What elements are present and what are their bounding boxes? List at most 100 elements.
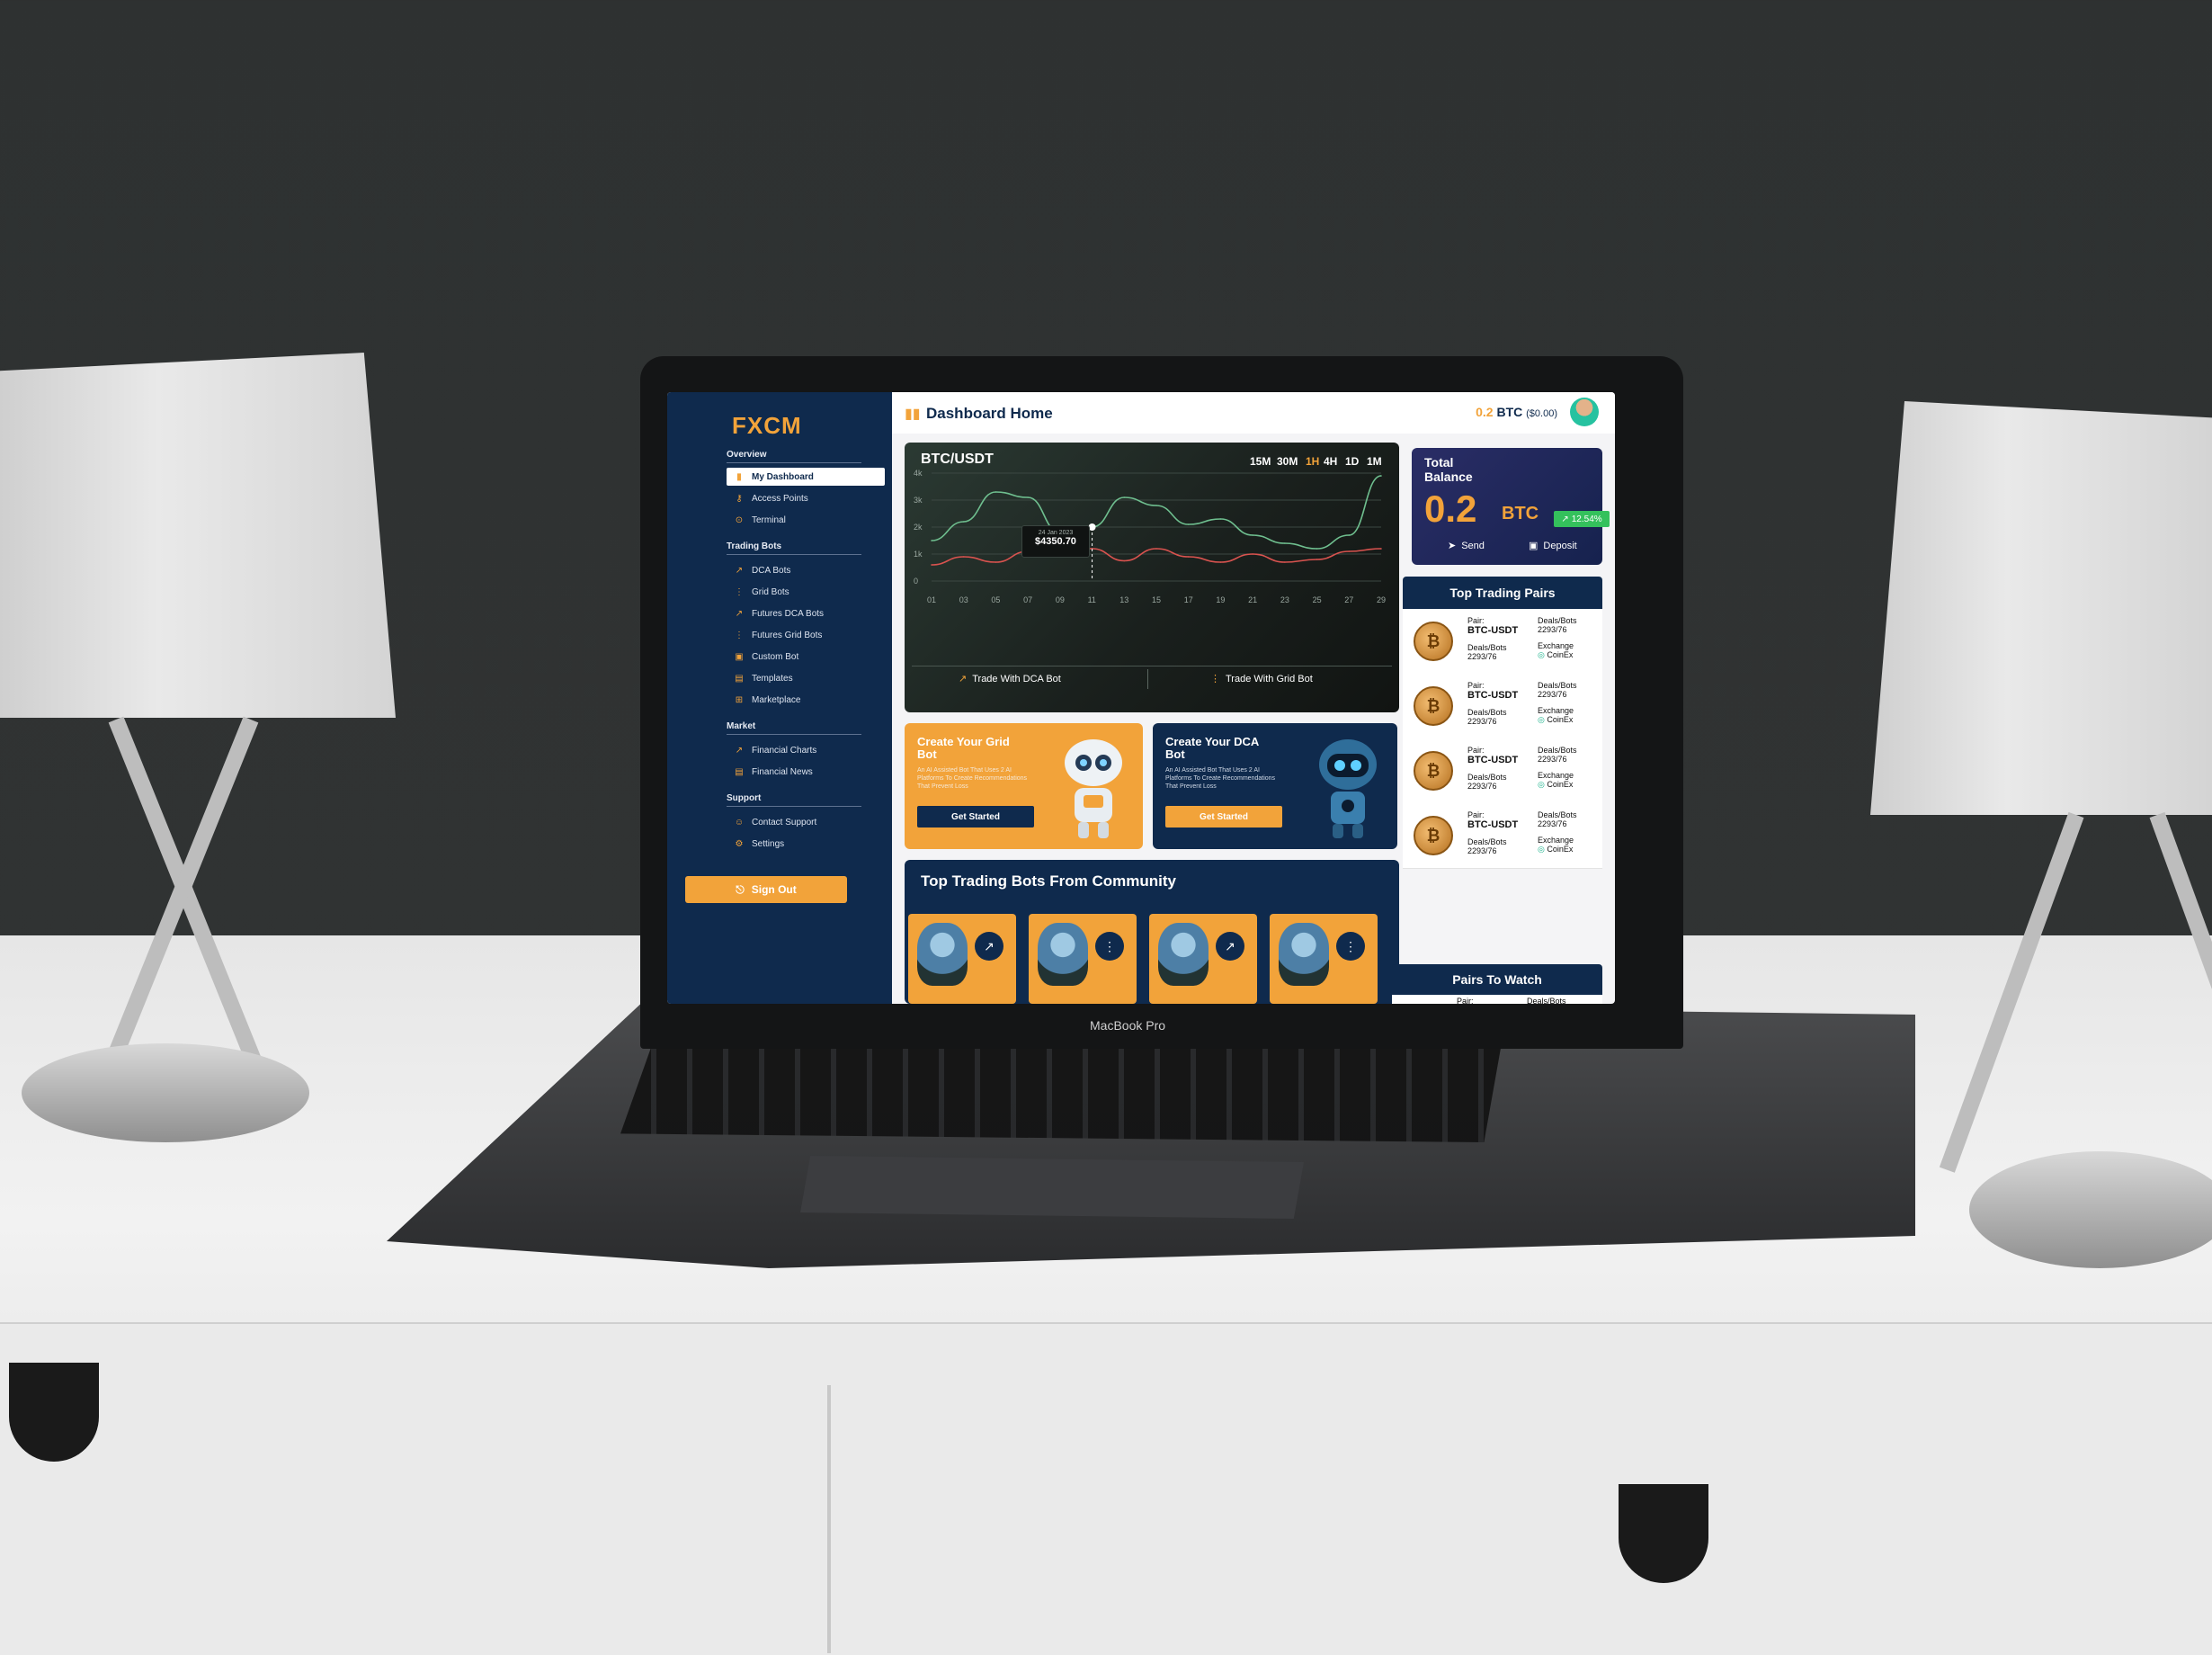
deals-value: 2293/76	[1467, 846, 1497, 855]
sidebar-item-label: Templates	[752, 673, 793, 684]
drawer-handle	[9, 1363, 99, 1462]
gear-icon: ⚙	[735, 838, 744, 849]
timeframe-1h[interactable]: 1H	[1306, 455, 1319, 468]
promo-grid-bot-card: Create Your Grid Bot An AI Assisted Bot …	[905, 723, 1143, 849]
exchange-info: Exchange ◎ CoinEx	[1538, 771, 1574, 789]
sidebar-item-marketplace[interactable]: ⊞ Marketplace	[727, 691, 885, 709]
grid-bot-icon: ⋮	[735, 586, 744, 597]
data-point	[1316, 559, 1318, 560]
sidebar-item-financial-news[interactable]: ▤ Financial News	[727, 763, 885, 781]
watch-pair-label: Pair:	[1457, 997, 1474, 1004]
x-tick-label: 17	[1184, 595, 1193, 604]
fxcm-logo: FXCM	[732, 412, 802, 439]
bitcoin-icon: ₿	[1414, 751, 1453, 791]
top-bar: ▮▮ Dashboard Home 0.2 BTC ($0.00)	[892, 392, 1615, 434]
send-icon: ➤	[1448, 541, 1457, 551]
community-bot-card[interactable]: ⋮	[1270, 914, 1378, 1004]
timeframe-4h[interactable]: 4H	[1324, 455, 1337, 468]
send-label: Send	[1461, 540, 1485, 551]
sidebar-item-access-points[interactable]: ⚷ Access Points	[727, 489, 885, 507]
y-tick-label: 1k	[914, 550, 923, 559]
sidebar-item-financial-charts[interactable]: ↗ Financial Charts	[727, 741, 885, 759]
header-balance-amount: 0.2	[1476, 405, 1494, 419]
chart-icon: ↗	[735, 745, 744, 756]
section-support: Support	[727, 793, 762, 803]
sign-out-button[interactable]: ⎋ Sign Out	[685, 876, 847, 903]
trade-grid-bot-button[interactable]: ⋮ Trade With Grid Bot	[1210, 673, 1313, 685]
y-tick-label: 4k	[914, 470, 923, 478]
drawer-handle	[1619, 1484, 1708, 1583]
x-tick-label: 27	[1344, 595, 1353, 604]
get-started-button[interactable]: Get Started	[917, 806, 1034, 828]
watch-row[interactable]: Pair: Deals/Bots	[1392, 995, 1602, 1004]
user-icon: ☺	[734, 817, 745, 828]
deals-right: Deals/Bots 2293/76	[1538, 681, 1577, 699]
avatar[interactable]	[1570, 398, 1599, 426]
data-point	[1380, 475, 1382, 477]
data-point	[1252, 534, 1253, 536]
sidebar-item-custom-bot[interactable]: ▣ Custom Bot	[727, 648, 885, 666]
community-bot-card[interactable]: ↗	[908, 914, 1016, 1004]
sidebar-item-futures-grid-bots[interactable]: ⋮ Futures Grid Bots	[727, 626, 885, 644]
bitcoin-icon: ₿	[1414, 622, 1453, 661]
news-icon: ▤	[735, 766, 744, 777]
community-bot-card[interactable]: ⋮	[1029, 914, 1137, 1004]
sidebar-item-templates[interactable]: ▤ Templates	[727, 669, 885, 687]
sidebar-item-contact-support[interactable]: ☺ Contact Support	[727, 813, 885, 831]
sidebar-item-label: Marketplace	[752, 694, 801, 705]
deals-right: Deals/Bots 2293/76	[1538, 746, 1577, 764]
sidebar-item-my-dashboard[interactable]: ▮ My Dashboard	[727, 468, 885, 486]
x-tick-label: 21	[1248, 595, 1257, 604]
timeframe-15m[interactable]: 15M	[1250, 455, 1271, 468]
sidebar-item-label: Futures Grid Bots	[752, 630, 823, 640]
sidebar-item-label: Terminal	[752, 514, 786, 525]
trading-pair-row[interactable]: ₿ Pair: BTC-USDT Deals/Bots 2293/76 Deals/Bot…	[1403, 803, 1602, 869]
trade-dca-bot-button[interactable]: ↗ Trade With DCA Bot	[959, 673, 1061, 685]
sidebar-item-futures-dca-bots[interactable]: ↗ Futures DCA Bots	[727, 604, 885, 622]
x-tick-label: 19	[1216, 595, 1225, 604]
trend-icon: ↗	[975, 932, 1003, 961]
sidebar-item-grid-bots[interactable]: ⋮ Grid Bots	[727, 583, 885, 601]
data-point	[1187, 556, 1190, 558]
trading-pair-row[interactable]: ₿ Pair: BTC-USDT Deals/Bots 2293/76 Deals/Bot…	[1403, 738, 1602, 804]
grid-bot-icon: ⋮	[1336, 932, 1365, 961]
trading-pair-row[interactable]: ₿ Pair: BTC-USDT Deals/Bots 2293/76 Deals/Bot…	[1403, 674, 1602, 739]
timeframe-30m[interactable]: 30M	[1277, 455, 1298, 468]
trading-pair-row[interactable]: ₿ Pair: BTC-USDT Deals/Bots 2293/76 Deals/Bot…	[1403, 609, 1602, 675]
get-started-button[interactable]: Get Started	[1165, 806, 1282, 828]
deposit-button[interactable]: ▣ Deposit	[1529, 540, 1577, 552]
send-button[interactable]: ➤ Send	[1448, 540, 1485, 552]
sidebar-item-dca-bots[interactable]: ↗ DCA Bots	[727, 561, 885, 579]
y-tick-label: 3k	[914, 496, 923, 505]
exchange-value: CoinEx	[1547, 780, 1574, 789]
deals-label: Deals/Bots	[1538, 746, 1577, 755]
series-line-1	[931, 548, 1382, 566]
x-tick-label: 05	[991, 595, 1000, 604]
community-bot-card[interactable]: ↗	[1149, 914, 1257, 1004]
promo-title: Create Your Grid Bot	[917, 735, 1010, 761]
sidebar-item-terminal[interactable]: ⊙ Terminal	[727, 511, 885, 529]
data-point	[995, 561, 997, 563]
sidebar-item-settings[interactable]: ⚙ Settings	[727, 835, 885, 853]
grid-bot-icon: ⋮	[1095, 932, 1124, 961]
data-point	[931, 540, 932, 541]
exchange-value: CoinEx	[1547, 845, 1574, 854]
x-tick-label: 25	[1313, 595, 1322, 604]
data-point	[931, 564, 932, 566]
total-balance-card: Total Balance 0.2 BTC ↗ 12.54% ➤ Send ▣ Dep…	[1412, 448, 1610, 565]
coinex-icon: ◎	[1538, 715, 1548, 724]
timeframe-1d[interactable]: 1D	[1345, 455, 1359, 468]
data-point	[995, 491, 997, 493]
grid-bot-icon: ⋮	[735, 630, 744, 640]
bar-chart-icon: ▮	[736, 471, 742, 482]
header-balance-usd: ($0.00)	[1526, 408, 1557, 419]
terminal-icon: ⊙	[735, 514, 744, 525]
sidebar-item-label: Custom Bot	[752, 651, 799, 662]
exchange-value: CoinEx	[1547, 715, 1574, 724]
data-point	[1348, 550, 1351, 552]
robot-illustration	[1319, 739, 1377, 838]
timeframe-1m[interactable]: 1M	[1367, 455, 1382, 468]
coinex-icon: ◎	[1538, 845, 1548, 854]
data-point	[1316, 548, 1318, 550]
lamp-base-left	[22, 1043, 309, 1142]
